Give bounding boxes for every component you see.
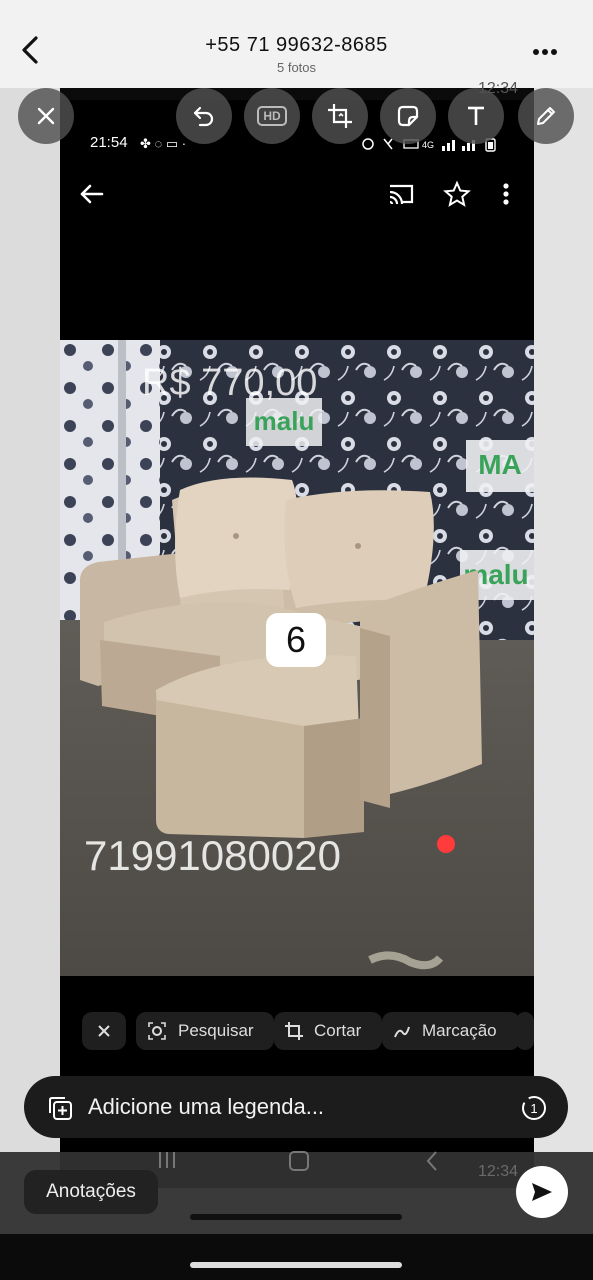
- more-vertical-icon: [503, 183, 509, 205]
- text-icon: [468, 106, 484, 125]
- bottom-strip: [0, 1234, 593, 1280]
- home-indicator[interactable]: [190, 1214, 402, 1220]
- recents-icon: [156, 1150, 178, 1175]
- recording-dot: [437, 835, 455, 853]
- annotations-button[interactable]: Anotações: [24, 1170, 158, 1214]
- more-options-button[interactable]: [528, 40, 562, 64]
- send-icon: [532, 1183, 552, 1201]
- lens-search-button[interactable]: Pesquisar: [136, 1012, 274, 1050]
- close-icon: [98, 1025, 110, 1037]
- hd-button[interactable]: HD: [244, 88, 300, 144]
- undo-button[interactable]: [176, 88, 232, 144]
- chevron-left-icon: [22, 36, 38, 64]
- cast-button[interactable]: [386, 180, 416, 213]
- hd-icon: HD: [257, 106, 287, 126]
- lens-more-chip[interactable]: [516, 1012, 534, 1050]
- bottom-time: 12:34: [478, 1163, 519, 1180]
- lens-markup-label: Marcação: [422, 1021, 497, 1040]
- crop-rotate-button[interactable]: [312, 88, 368, 144]
- add-media-icon: [49, 1097, 72, 1120]
- close-icon: [37, 107, 55, 125]
- undo-icon: [193, 106, 214, 127]
- inner-more-button[interactable]: [496, 180, 516, 213]
- add-media-button[interactable]: [46, 1094, 74, 1127]
- crop-icon: [285, 1022, 303, 1040]
- send-button[interactable]: [516, 1166, 568, 1218]
- markup-icon: [394, 1026, 410, 1038]
- view-once-icon: 1: [522, 1096, 546, 1120]
- home-icon: [288, 1150, 310, 1177]
- sticker-icon: [397, 105, 419, 127]
- lens-search-label: Pesquisar: [178, 1021, 254, 1040]
- svg-text:1: 1: [530, 1101, 537, 1116]
- inner-status-time: 21:54: [90, 134, 128, 151]
- cast-icon: [389, 184, 414, 205]
- back-button[interactable]: [14, 30, 48, 70]
- text-tool-button[interactable]: [448, 88, 504, 144]
- system-home-indicator[interactable]: [190, 1262, 402, 1268]
- contact-number: +55 71 99632-8685: [205, 34, 388, 56]
- right-margin: [534, 88, 593, 1152]
- lens-close-button[interactable]: [82, 1012, 126, 1050]
- crop-rotate-icon: [328, 104, 352, 128]
- favorite-button[interactable]: [443, 180, 471, 213]
- lens-crop-label: Cortar: [314, 1021, 362, 1040]
- inner-back-button[interactable]: [76, 178, 108, 215]
- counter-badge: 6: [266, 613, 326, 667]
- caption-placeholder: Adicione uma legenda...: [88, 1094, 325, 1119]
- arrow-left-icon: [80, 184, 104, 204]
- more-icon: [533, 49, 557, 55]
- svg-text:MA: MA: [478, 449, 522, 480]
- left-margin: [0, 88, 60, 1152]
- lens-crop-button[interactable]: Cortar: [274, 1012, 382, 1050]
- photo-count: 5 fotos: [276, 60, 317, 75]
- star-icon: [443, 180, 471, 207]
- draw-tool-button[interactable]: [518, 88, 574, 144]
- pencil-icon: [537, 107, 555, 125]
- view-once-button[interactable]: 1: [520, 1094, 548, 1127]
- lens-markup-button[interactable]: Marcação: [382, 1012, 520, 1050]
- inner-status-icons: ✤ ◌ ▭ ·: [140, 136, 187, 151]
- back-nav-icon: [424, 1150, 440, 1177]
- price-text: R$ 770,00: [142, 362, 318, 404]
- phone-watermark: 71991080020: [84, 832, 341, 879]
- brand-logo: malu: [254, 406, 315, 436]
- close-editor-button[interactable]: [18, 88, 74, 144]
- sticker-button[interactable]: [380, 88, 436, 144]
- svg-text:4G: 4G: [422, 140, 434, 150]
- lens-icon: [148, 1022, 166, 1040]
